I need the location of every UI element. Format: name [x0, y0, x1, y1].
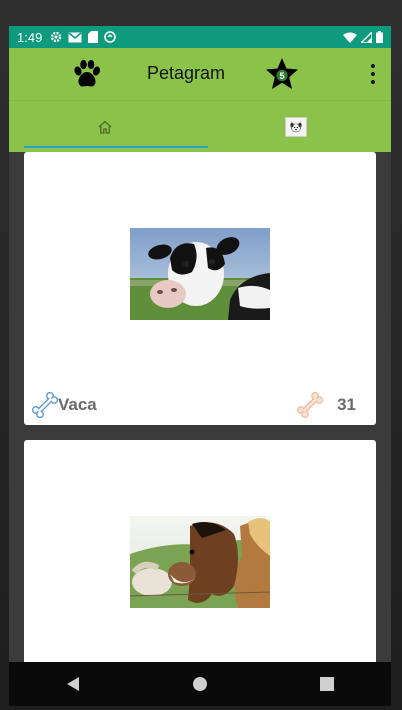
- signal-icon: [361, 31, 372, 43]
- star-badge-number: 5: [279, 71, 284, 81]
- battery-icon: [376, 31, 383, 43]
- sync-icon: [104, 31, 117, 43]
- horse-photo: [130, 516, 270, 608]
- sd-card-icon: [88, 31, 99, 43]
- paw-icon[interactable]: [71, 59, 103, 89]
- status-time: 1:49: [17, 29, 43, 45]
- app-toolbar: Petagram 5: [9, 48, 391, 100]
- overflow-menu-icon[interactable]: [369, 64, 377, 84]
- tab-bar: [9, 100, 391, 152]
- system-nav-bar: [9, 662, 391, 706]
- favorites-star-icon[interactable]: 5: [265, 57, 299, 91]
- back-icon: [66, 677, 79, 691]
- bone-likes-icon: [297, 392, 324, 418]
- home-icon: [98, 120, 111, 134]
- bone-rate-icon[interactable]: [30, 391, 60, 419]
- status-bar: 1:49: [9, 26, 391, 48]
- pet-card-footer: Vaca 31: [24, 391, 376, 419]
- app-title: Petagram: [147, 63, 226, 83]
- home-circle-icon: [192, 677, 207, 691]
- tab-profile[interactable]: [200, 101, 391, 153]
- nav-recents-button[interactable]: [307, 664, 347, 704]
- pet-name: Vaca: [58, 395, 97, 414]
- status-icons-left: [50, 31, 117, 43]
- wifi-icon: [343, 32, 357, 43]
- gear-icon: [51, 31, 62, 43]
- pet-list[interactable]: Vaca 31: [9, 152, 391, 662]
- cow-photo: [130, 228, 270, 320]
- pet-card: Vaca 31: [24, 152, 376, 425]
- recents-icon: [320, 677, 335, 691]
- gmail-icon: [68, 31, 82, 42]
- profile-dog-icon: [284, 117, 307, 137]
- like-count: 31: [337, 395, 356, 414]
- nav-home-button[interactable]: [180, 664, 220, 704]
- pet-card: [24, 440, 376, 662]
- phone-screen: 1:49 Petagram 5 Vaca 31: [9, 26, 391, 706]
- selected-tab-indicator: [24, 146, 208, 148]
- nav-back-button[interactable]: [53, 664, 93, 704]
- status-icons-right: [343, 31, 383, 43]
